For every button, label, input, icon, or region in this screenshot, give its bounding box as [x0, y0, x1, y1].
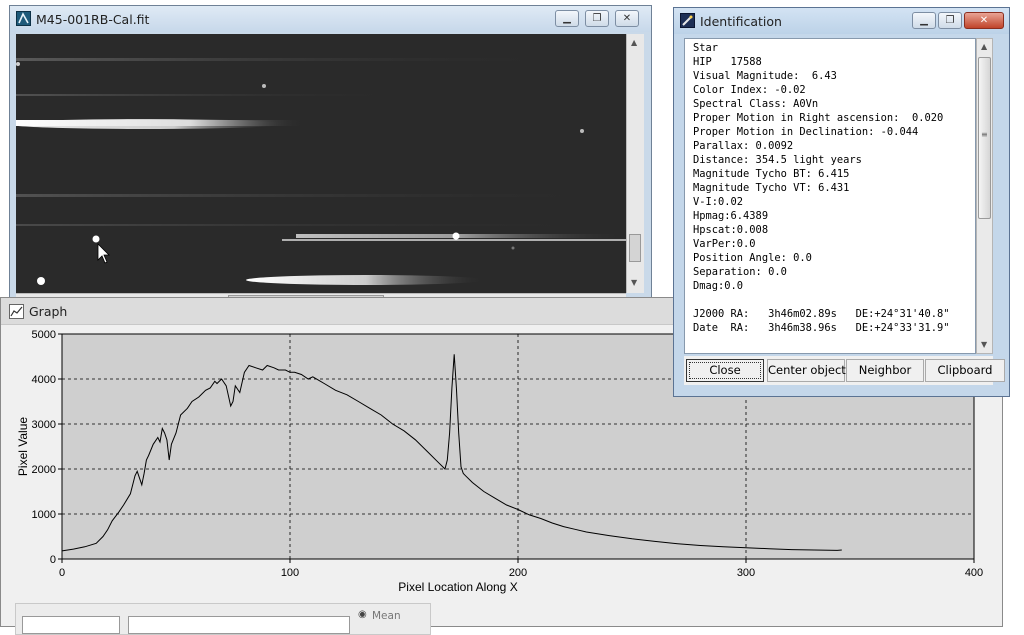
minimize-icon: ▁	[563, 13, 571, 24]
star-info-textbox[interactable]: Star HIP 17588 Visual Magnitude: 6.43 Color…	[684, 38, 976, 354]
close-window-button[interactable]: ✕	[964, 12, 1004, 29]
scroll-down-icon[interactable]: ▼	[981, 340, 987, 349]
info-line: Proper Motion in Declination: -0.044	[693, 126, 919, 138]
image-window-titlebar[interactable]: M45-001RB-Cal.fit ▁ ❐ ✕	[10, 6, 651, 32]
fits-image-icon	[16, 11, 31, 26]
x-tick-label: 100	[281, 567, 299, 579]
close-button[interactable]: ✕	[615, 10, 639, 27]
minimize-button[interactable]: ▁	[555, 10, 579, 27]
info-line: VarPer:0.0	[693, 238, 756, 250]
x-tick-label: 200	[509, 567, 527, 579]
identification-title: Identification	[700, 14, 782, 29]
x-tick-label: 300	[737, 567, 755, 579]
info-line: Hpscat:0.008	[693, 224, 769, 236]
restore-icon: ❐	[945, 15, 955, 26]
info-line: Star	[693, 42, 719, 54]
star-image-view[interactable]	[16, 34, 626, 293]
scrollbar-thumb[interactable]: ≡	[978, 57, 991, 219]
y-tick-label: 0	[50, 554, 56, 566]
y-tick-label: 1000	[32, 509, 56, 521]
info-line: Parallax: 0.0092	[693, 140, 794, 152]
info-line: HIP 17588	[693, 56, 762, 68]
close-icon: ✕	[979, 15, 989, 26]
neighbor-button[interactable]: Neighbor	[846, 359, 924, 382]
y-tick-label: 2000	[32, 464, 56, 476]
info-line: Color Index: -0.02	[693, 84, 806, 96]
info-line: Visual Magnitude: 6.43	[693, 70, 837, 82]
telescope-icon	[680, 13, 695, 28]
graph-window-title: Graph	[29, 304, 68, 319]
image-vertical-scrollbar[interactable]: ▲ ▼	[626, 34, 644, 293]
info-line: V-I:0.02	[693, 196, 744, 208]
graph-controls-panel: ◉ Mean	[15, 603, 431, 635]
identification-window[interactable]: Identification ▁ ❐ ✕ Star HIP 17588 Visual…	[673, 7, 1010, 397]
restore-icon: ❐	[592, 13, 602, 24]
y-tick-label: 5000	[32, 329, 56, 341]
grip-icon: ≡	[981, 130, 988, 139]
scroll-up-icon[interactable]: ▲	[631, 38, 637, 47]
maximize-button[interactable]: ❐	[938, 12, 962, 29]
info-line: Separation: 0.0	[693, 266, 787, 278]
info-line: Distance: 354.5 light years	[693, 154, 862, 166]
star-info-lines: Star HIP 17588 Visual Magnitude: 6.43 Color…	[693, 41, 949, 335]
info-line: Magnitude Tycho VT: 6.431	[693, 182, 850, 194]
x-tick-label: 0	[59, 567, 65, 579]
minimize-icon: ▁	[920, 15, 928, 26]
scrollbar-thumb[interactable]	[629, 234, 641, 262]
info-line: Magnitude Tycho BT: 6.415	[693, 168, 850, 180]
minimize-button[interactable]: ▁	[912, 12, 936, 29]
info-line: Date RA: 3h46m38.96s DE:+24°33'31.9"	[693, 322, 950, 334]
close-icon: ✕	[622, 13, 632, 24]
x-axis-label: Pixel Location Along X	[398, 580, 517, 594]
info-line: Position Angle: 0.0	[693, 252, 812, 264]
y-axis-label: Pixel Value	[16, 417, 30, 476]
y-tick-label: 4000	[32, 374, 56, 386]
center-object-button[interactable]: Center object	[767, 359, 846, 382]
x-tick-label: 400	[965, 567, 983, 579]
star-field-image	[16, 34, 626, 293]
info-line: Hpmag:6.4389	[693, 210, 769, 222]
graph-window-icon	[9, 304, 24, 319]
info-vertical-scrollbar[interactable]: ▲ ≡ ▼	[976, 38, 993, 354]
image-window[interactable]: M45-001RB-Cal.fit ▁ ❐ ✕ ▲ ▼	[9, 5, 652, 305]
maximize-button[interactable]: ❐	[585, 10, 609, 27]
mean-radio-icon[interactable]: ◉	[358, 609, 367, 620]
identification-titlebar[interactable]: Identification ▁ ❐ ✕	[674, 8, 1009, 34]
info-line: J2000 RA: 3h46m02.89s DE:+24°31'40.8"	[693, 308, 950, 320]
close-button[interactable]: Close	[686, 359, 764, 382]
clipboard-button[interactable]: Clipboard	[925, 359, 1005, 382]
scroll-up-icon[interactable]: ▲	[981, 42, 987, 51]
info-line: Dmag:0.0	[693, 280, 744, 292]
y-tick-label: 3000	[32, 419, 56, 431]
image-window-title: M45-001RB-Cal.fit	[36, 12, 150, 27]
info-line	[693, 293, 949, 307]
info-line: Proper Motion in Right ascension: 0.020	[693, 112, 944, 124]
scroll-down-icon[interactable]: ▼	[631, 278, 637, 287]
info-line: Spectral Class: A0Vn	[693, 98, 819, 110]
mean-radio-label[interactable]: Mean	[372, 610, 401, 622]
